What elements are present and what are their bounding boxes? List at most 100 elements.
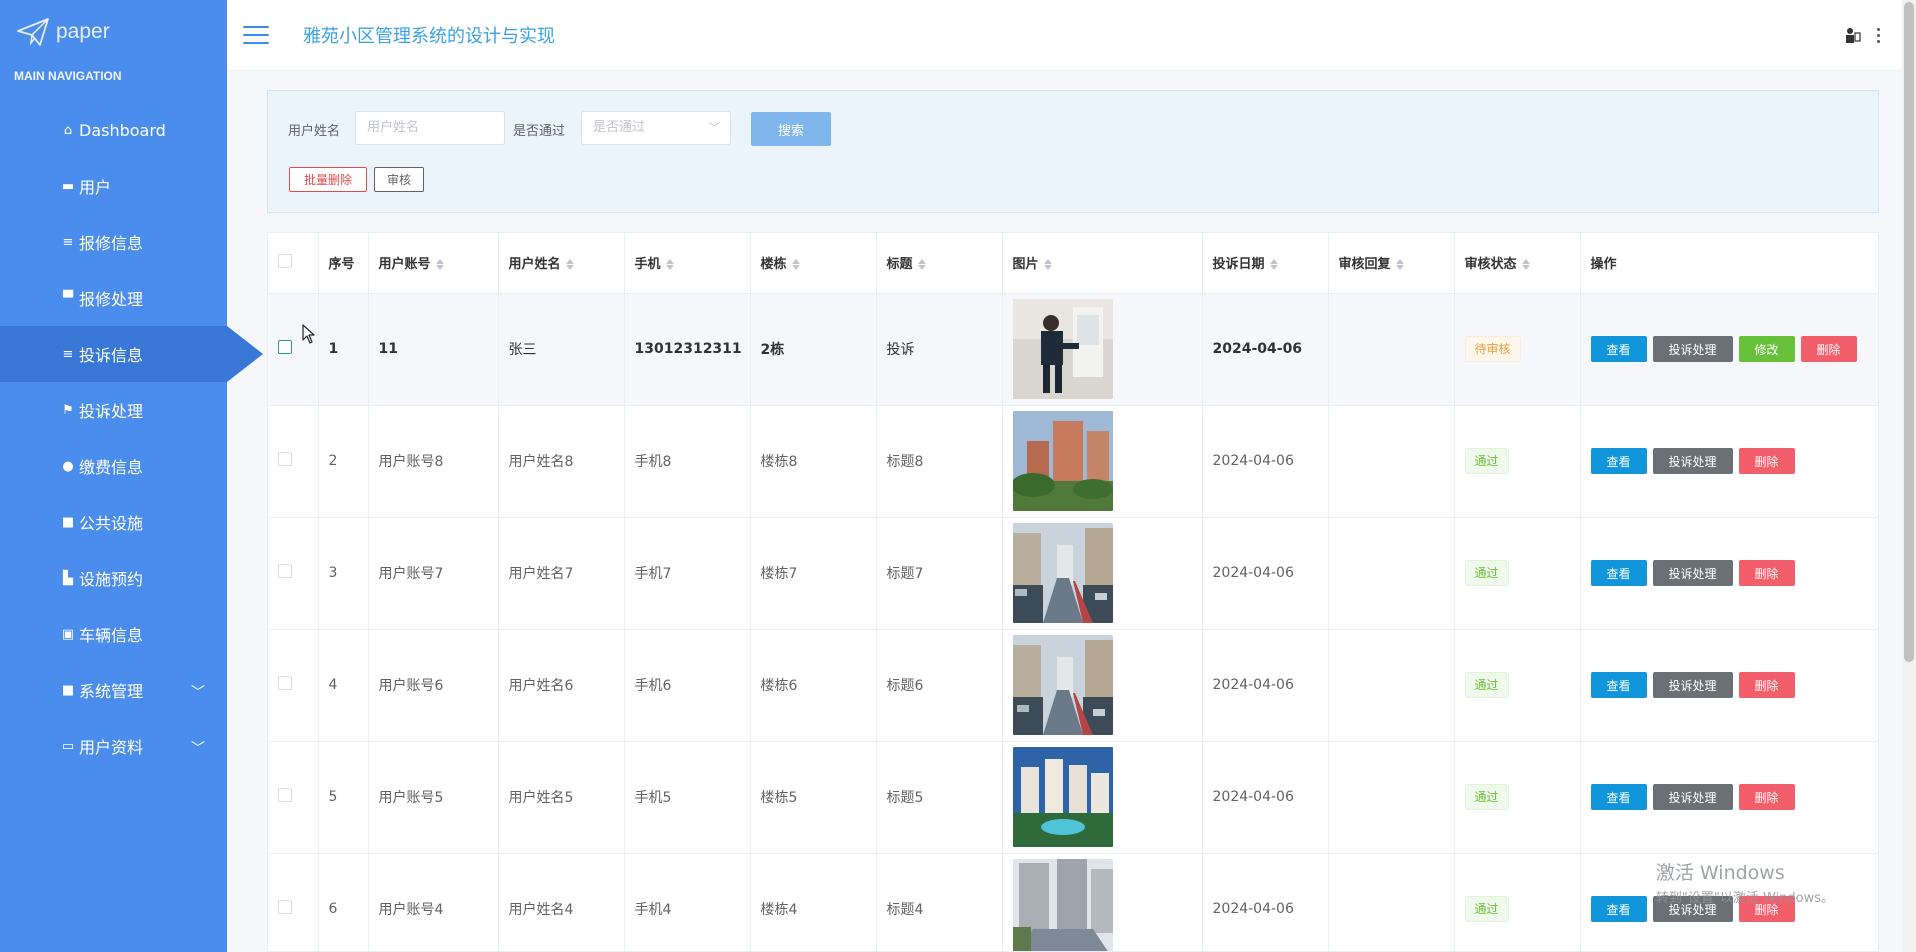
sidebar-item-complaint-info[interactable]: ≡ 投诉信息 [0,326,263,382]
complaint-image[interactable] [1012,299,1202,399]
ticket-icon: ▬ [61,178,75,194]
row-select-cell [268,293,319,406]
sort-icon[interactable] [791,259,800,271]
column-header[interactable]: 图片 [1002,233,1203,294]
sort-icon[interactable] [917,259,926,271]
handle-complaint-button[interactable]: 投诉处理 [1652,448,1733,474]
list-icon: ≡ [62,346,74,362]
column-header[interactable]: 审核回复 [1328,233,1455,294]
sidebar-item-vehicles[interactable]: ▣ 车辆信息 [0,606,227,662]
column-header[interactable]: 用户账号 [368,233,499,294]
sidebar-item-facilities[interactable]: ■ 公共设施 [0,494,227,550]
scrollbar-thumb[interactable] [1904,2,1914,662]
name-input[interactable]: 用户姓名 [355,111,505,145]
select-all-checkbox[interactable] [278,253,292,268]
table-row[interactable]: 5 用户账号5 用户姓名5 手机5 楼栋5 标题5 2024-04-06 通过 查看 投诉处理 删除 [268,741,1878,854]
date-cell: 2024-04-06 [1202,629,1329,742]
search-button[interactable]: 搜索 [751,112,831,146]
delete-button[interactable]: 删除 [1738,896,1795,922]
audit-button[interactable]: 审核 [374,167,424,192]
delete-button[interactable]: 删除 [1738,448,1795,474]
building-cell: 楼栋7 [750,517,877,630]
sidebar-item-label: 报修信息 [79,234,144,253]
title-cell: 投诉 [876,293,1003,406]
view-button[interactable]: 查看 [1590,784,1647,810]
delete-button[interactable]: 删除 [1738,784,1795,810]
nav-heading: MAIN NAVIGATION [14,69,122,83]
column-header[interactable]: 投诉日期 [1202,233,1329,294]
sidebar-item-label: 用户 [79,178,112,197]
view-button[interactable]: 查看 [1590,672,1647,698]
sidebar-item-users[interactable]: ▬ 用户 [0,158,227,214]
complaint-image[interactable] [1012,747,1202,847]
column-header[interactable]: 标题 [876,233,1003,294]
avatar-icon[interactable] [1843,26,1861,44]
delete-button[interactable]: 删除 [1800,336,1857,362]
app-title: 雅苑小区管理系统的设计与实现 [303,26,555,47]
sort-icon[interactable] [1043,259,1052,271]
handle-complaint-button[interactable]: 投诉处理 [1652,784,1733,810]
table-row[interactable]: 2 用户账号8 用户姓名8 手机8 楼栋8 标题8 2024-04-06 通过 查看 投诉处理 删除 [268,405,1878,518]
view-button[interactable]: 查看 [1590,560,1647,586]
table-row[interactable]: 3 用户账号7 用户姓名7 手机7 楼栋7 标题7 2024-04-06 通过 查看 投诉处理 删除 [268,517,1878,630]
handle-complaint-button[interactable]: 投诉处理 [1652,560,1733,586]
sort-icon[interactable] [1521,259,1530,271]
sidebar-item-repair-handle[interactable]: ▀ 报修处理 [0,270,227,326]
sort-icon[interactable] [1269,259,1278,271]
row-select-cell [268,629,319,742]
search-panel: 用户姓名 用户姓名 是否通过 是否通过 ﹀ 搜索 批量删除 审核 [267,90,1879,213]
handle-complaint-button[interactable]: 投诉处理 [1652,672,1733,698]
reply-cell [1328,853,1455,951]
status-cell: 通过 [1454,853,1581,951]
table-row[interactable]: 4 用户账号6 用户姓名6 手机6 楼栋6 标题6 2024-04-06 通过 查看 投诉处理 删除 [268,629,1878,742]
delete-button[interactable]: 删除 [1738,560,1795,586]
flag-icon: ⚑ [62,402,74,418]
row-checkbox[interactable] [278,788,292,802]
row-checkbox[interactable] [278,340,292,354]
table-row[interactable]: 1 11 张三 13012312311 2栋 投诉 2024-04-06 待审核 查看 投诉处理修… [268,293,1878,406]
logo[interactable]: paper [0,0,227,64]
title-cell: 标题6 [876,629,1003,742]
building-cell: 楼栋6 [750,629,877,742]
sidebar-item-payment[interactable]: ● 缴费信息 [0,438,227,494]
name-cell: 用户姓名7 [498,517,625,630]
view-button[interactable]: 查看 [1590,336,1647,362]
more-vertical-icon[interactable] [1877,27,1880,43]
handle-complaint-button[interactable]: 投诉处理 [1652,896,1733,922]
phone-cell: 手机5 [624,741,751,854]
handle-complaint-button[interactable]: 投诉处理 [1652,336,1733,362]
row-checkbox[interactable] [278,452,292,466]
row-checkbox[interactable] [278,900,292,914]
image-cell [1002,405,1203,518]
page-scrollbar[interactable] [1902,0,1916,952]
sort-icon[interactable] [435,259,444,271]
view-button[interactable]: 查看 [1590,896,1647,922]
sidebar-item-dashboard[interactable]: ⌂ Dashboard [0,102,227,158]
menu-toggle-icon[interactable] [243,26,269,44]
view-button[interactable]: 查看 [1590,448,1647,474]
batch-delete-button[interactable]: 批量删除 [289,167,367,192]
column-header[interactable]: 手机 [624,233,751,294]
row-checkbox[interactable] [278,564,292,578]
sidebar-item-label: 系统管理 [79,682,144,701]
sort-icon[interactable] [565,259,574,271]
sidebar-item-system[interactable]: ■ 系统管理 ﹀ [0,662,227,718]
sidebar-item-repair-info[interactable]: ≡ 报修信息 [0,214,227,270]
column-header[interactable]: 审核状态 [1454,233,1581,294]
edit-button[interactable]: 修改 [1738,336,1795,362]
complaint-image[interactable] [1012,523,1202,623]
complaint-image[interactable] [1012,635,1202,735]
column-header[interactable]: 用户姓名 [498,233,625,294]
sort-icon[interactable] [665,259,674,271]
delete-button[interactable]: 删除 [1738,672,1795,698]
sidebar-item-complaint-handle[interactable]: ⚑ 投诉处理 [0,382,227,438]
row-checkbox[interactable] [278,676,292,690]
complaint-image[interactable] [1012,859,1202,951]
table-row[interactable]: 6 用户账号4 用户姓名4 手机4 楼栋4 标题4 2024-04-06 通过 查看 投诉处理 删除 [268,853,1878,951]
complaint-image[interactable] [1012,411,1202,511]
sidebar-item-facility-booking[interactable]: ▙ 设施预约 [0,550,227,606]
sidebar-item-profile[interactable]: ▭ 用户资料 ﹀ [0,718,227,774]
pass-select[interactable]: 是否通过 ﹀ [581,111,731,145]
sort-icon[interactable] [1395,259,1404,271]
column-header[interactable]: 楼栋 [750,233,877,294]
